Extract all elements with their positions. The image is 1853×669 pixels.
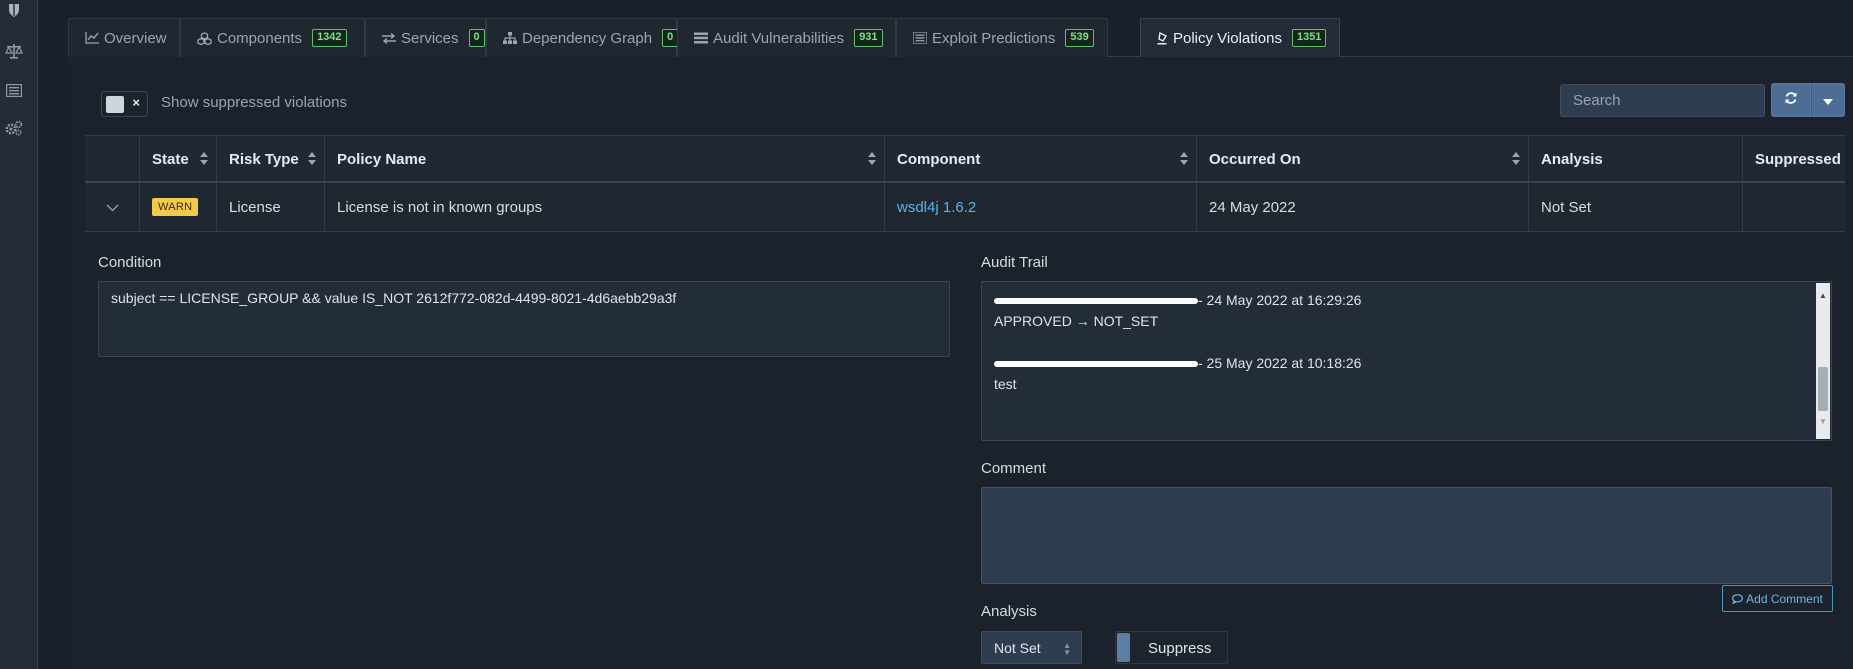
policy-name-cell: License is not in known groups <box>324 183 884 231</box>
column-header-component[interactable]: Component <box>884 136 1196 182</box>
condition-text: subject == LICENSE_GROUP && value IS_NOT… <box>111 290 677 306</box>
suppress-toggle[interactable]: Suppress <box>1115 631 1228 664</box>
component-cell: wsdl4j 1.6.2 <box>884 183 1196 231</box>
tab-components[interactable]: Components 1342 <box>180 18 365 57</box>
column-header-analysis[interactable]: Analysis <box>1528 136 1742 182</box>
toggle-off-glyph: × <box>132 95 140 110</box>
select-caret-icon: ▲ ▼ <box>1063 641 1071 657</box>
suppress-label: Suppress <box>1148 640 1212 657</box>
tab-label: Policy Violations <box>1173 29 1282 47</box>
column-header-occurred-on[interactable]: Occurred On <box>1196 136 1528 182</box>
exchange-icon <box>382 32 396 44</box>
count-badge: 0 <box>468 29 485 47</box>
cubes-icon <box>197 31 212 45</box>
refresh-button[interactable] <box>1771 83 1811 117</box>
chevron-down-icon <box>105 199 119 216</box>
cogs-icon[interactable] <box>0 117 28 139</box>
balance-scale-icon[interactable] <box>0 40 28 62</box>
table-header: State Risk Type Policy Name Component Oc… <box>85 135 1845 183</box>
add-comment-button[interactable]: Add Comment <box>1722 585 1833 612</box>
expand-column-header <box>85 136 139 182</box>
audit-entry: - 25 May 2022 at 10:18:26 <box>994 353 1819 374</box>
analysis-select[interactable]: Not Set ▲ ▼ <box>981 631 1082 664</box>
tab-dependency-graph[interactable]: Dependency Graph 0 <box>486 18 679 57</box>
condition-textarea[interactable]: subject == LICENSE_GROUP && value IS_NOT… <box>98 281 950 357</box>
audit-entry: - 24 May 2022 at 16:29:26 <box>994 290 1819 311</box>
toggle-knob <box>106 96 124 113</box>
list-alt-icon[interactable] <box>0 79 28 101</box>
expand-row-toggle[interactable] <box>85 183 139 231</box>
redaction-mark <box>994 298 1198 305</box>
left-sidebar <box>0 0 38 669</box>
sitemap-icon <box>503 32 517 44</box>
tab-policy-violations[interactable]: Policy Violations 1351 <box>1140 18 1340 57</box>
comment-label: Comment <box>981 460 1047 477</box>
column-header-suppressed[interactable]: Suppressed <box>1742 136 1845 182</box>
sort-icon <box>308 152 316 169</box>
list-icon <box>913 32 927 44</box>
count-badge: 1342 <box>312 29 347 47</box>
state-cell: WARN <box>139 183 216 231</box>
tab-label: Components <box>217 29 303 47</box>
sort-icon <box>200 152 208 169</box>
search-input[interactable] <box>1560 84 1765 117</box>
comment-icon <box>1732 593 1744 604</box>
sort-icon <box>1180 152 1188 169</box>
refresh-options-dropdown[interactable] <box>1811 83 1845 117</box>
comment-textarea[interactable] <box>981 487 1832 584</box>
table-row[interactable]: WARN License License is not in known gro… <box>85 183 1845 232</box>
tab-label: Dependency Graph <box>522 29 653 47</box>
line-chart-icon <box>85 32 99 44</box>
count-badge: 1351 <box>1291 29 1327 47</box>
show-suppressed-toggle[interactable]: × <box>101 91 148 117</box>
tab-label: Overview <box>104 29 167 47</box>
scroll-down-arrow[interactable]: ▼ <box>1819 411 1827 432</box>
caret-down-icon <box>1823 92 1833 109</box>
occurred-on-cell: 24 May 2022 <box>1196 183 1528 231</box>
tab-label: Audit Vulnerabilities <box>713 29 845 47</box>
condition-label: Condition <box>98 254 162 271</box>
audit-entry-text: test <box>994 376 1017 392</box>
analysis-cell: Not Set <box>1528 183 1742 231</box>
toggle-knob <box>1117 633 1130 662</box>
column-header-policy-name[interactable]: Policy Name <box>324 136 884 182</box>
warn-badge: WARN <box>152 198 199 216</box>
tab-bar: Overview Components 1342 Services 0 Depe… <box>68 18 1853 57</box>
audit-scrollbar[interactable]: ▲ ▼ <box>1816 283 1830 439</box>
audit-entry-meta: - 24 May 2022 at 16:29:26 <box>1198 292 1362 308</box>
count-badge: 539 <box>1065 29 1094 47</box>
column-header-state[interactable]: State <box>139 136 216 182</box>
show-suppressed-label: Show suppressed violations <box>161 94 347 111</box>
tab-label: Services <box>401 29 459 47</box>
fire-icon <box>1157 31 1168 45</box>
redaction-mark <box>994 361 1198 368</box>
tasks-icon <box>694 32 708 44</box>
suppressed-cell <box>1742 183 1845 231</box>
scroll-up-arrow[interactable]: ▲ <box>1819 285 1827 306</box>
tab-services[interactable]: Services 0 <box>365 18 486 57</box>
scrollbar-thumb[interactable] <box>1818 367 1828 411</box>
sort-icon <box>1512 152 1520 169</box>
tab-label: Exploit Predictions <box>932 29 1056 47</box>
audit-trail-label: Audit Trail <box>981 254 1048 271</box>
column-header-risk-type[interactable]: Risk Type <box>216 136 324 182</box>
refresh-icon <box>1784 91 1798 109</box>
analysis-label: Analysis <box>981 603 1037 620</box>
count-badge: 0 <box>662 29 679 47</box>
tab-overview[interactable]: Overview <box>68 18 180 57</box>
tab-audit-vulnerabilities[interactable]: Audit Vulnerabilities 931 <box>677 18 896 57</box>
component-link[interactable]: wsdl4j 1.6.2 <box>897 199 976 216</box>
audit-entry-text: APPROVED → NOT_SET <box>994 313 1159 329</box>
audit-entry-meta: - 25 May 2022 at 10:18:26 <box>1198 355 1362 371</box>
sort-icon <box>868 152 876 169</box>
count-badge: 931 <box>854 29 883 47</box>
risk-type-cell: License <box>216 183 324 231</box>
audit-trail-textarea[interactable]: - 24 May 2022 at 16:29:26 APPROVED → NOT… <box>981 281 1832 441</box>
shield-icon[interactable] <box>0 0 28 22</box>
tab-exploit-predictions[interactable]: Exploit Predictions 539 <box>896 18 1108 57</box>
